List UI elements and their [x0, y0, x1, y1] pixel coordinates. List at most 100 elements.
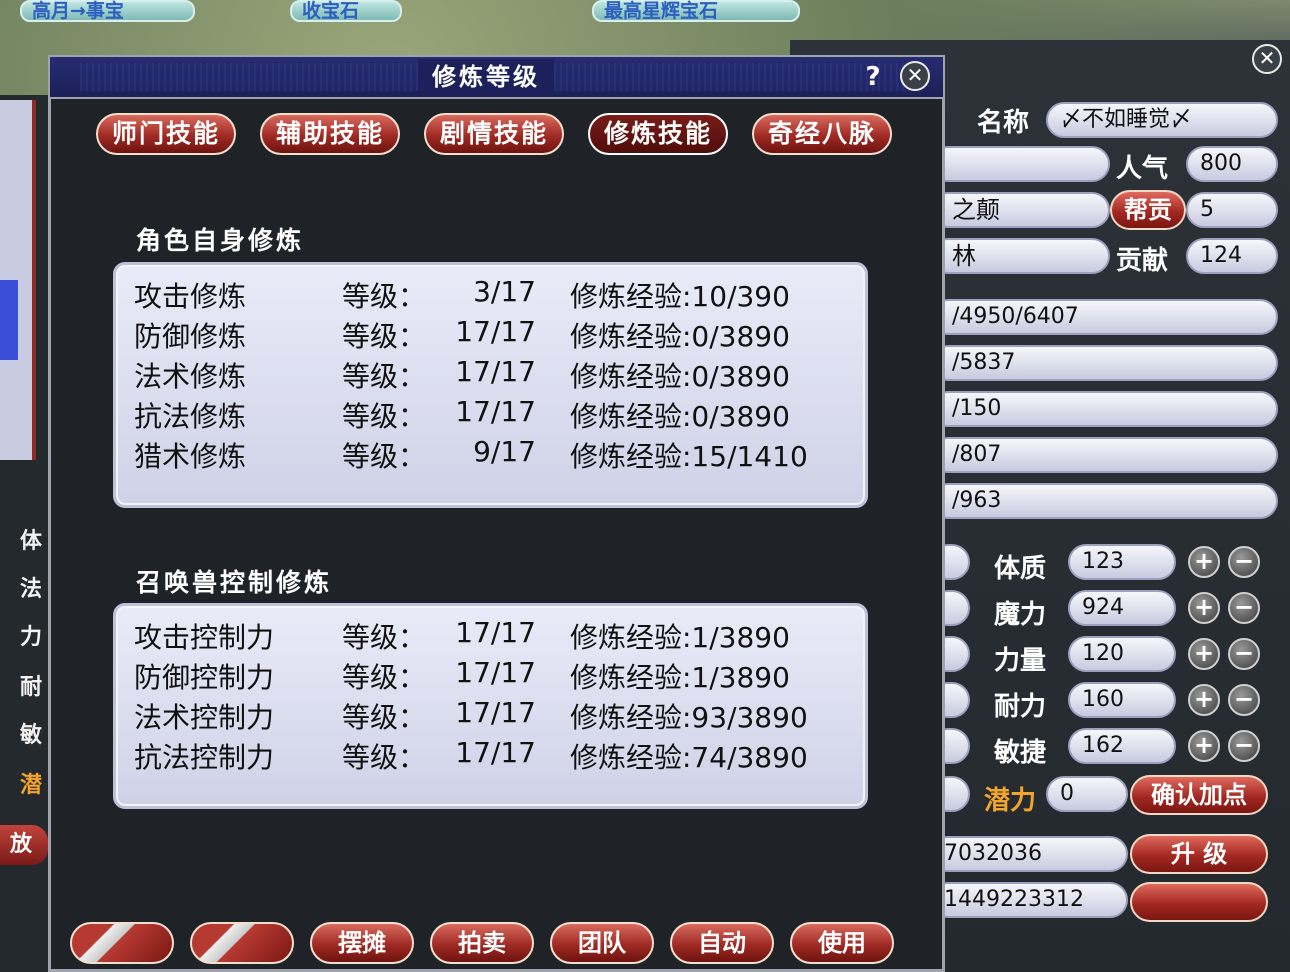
auto-button[interactable]: 自动	[670, 922, 774, 964]
name-field: 〆不如睡觉〆	[1046, 102, 1278, 138]
row-level: 9/17	[473, 435, 536, 468]
minus-icon[interactable]: −	[1228, 730, 1260, 762]
minus-icon[interactable]: −	[1228, 546, 1260, 578]
team-button[interactable]: 团队	[550, 922, 654, 964]
pet-cultivation-box: 攻击控制力 等级： 17/17 修炼经验:1/3890 防御控制力 等级： 17…	[113, 603, 868, 809]
attr-label-liliang: 力量	[994, 646, 1047, 676]
minus-icon[interactable]: −	[1228, 638, 1260, 670]
dialog-title-bar[interactable]: 修炼等级 ? ✕	[48, 55, 945, 99]
left-label-min: 敏	[20, 723, 43, 748]
row-name: 抗法控制力	[134, 741, 275, 774]
row-level: 17/17	[455, 355, 536, 388]
gem-label-3: 最高星辉宝石	[592, 0, 800, 22]
row-level-label: 等级：	[342, 320, 427, 353]
obscured-toolbar-button-1[interactable]	[70, 922, 174, 964]
popularity-label: 人气	[1116, 154, 1169, 184]
gem-label-1: 高月→事宝	[20, 0, 195, 22]
attr-close-button[interactable]: ✕	[1252, 44, 1282, 74]
row-level: 3/17	[473, 275, 536, 308]
attr-value-minjie: 162	[1068, 728, 1176, 764]
experience-field: 7032036	[930, 836, 1128, 872]
row-exp: 修炼经验:74/3890	[570, 741, 808, 774]
auction-button[interactable]: 拍卖	[430, 922, 534, 964]
role-cultivation-box: 攻击修炼 等级： 3/17 修炼经验:10/390 防御修炼 等级： 17/17…	[113, 262, 868, 508]
obscured-button[interactable]	[1130, 882, 1268, 922]
minus-icon[interactable]: −	[1228, 684, 1260, 716]
help-button[interactable]: ?	[858, 59, 888, 95]
plus-icon[interactable]: +	[1188, 684, 1220, 716]
row-exp: 修炼经验:15/1410	[570, 440, 808, 473]
left-label-fa: 法	[20, 577, 43, 602]
tab-meridians[interactable]: 奇经八脉	[752, 113, 892, 155]
row-level-label: 等级：	[342, 621, 427, 654]
row-exp: 修炼经验:0/3890	[570, 320, 790, 353]
dialog-title: 修炼等级	[418, 59, 554, 95]
contribution-field: 124	[1186, 238, 1278, 274]
popularity-field: 800	[1186, 146, 1278, 182]
row-exp: 修炼经验:93/3890	[570, 701, 808, 734]
attr-label-naili: 耐力	[994, 692, 1047, 722]
plus-icon[interactable]: +	[1188, 638, 1220, 670]
row-level: 17/17	[455, 315, 536, 348]
left-label-ti: 体	[20, 529, 43, 554]
use-button[interactable]: 使用	[790, 922, 894, 964]
attr-value-moli: 924	[1068, 590, 1176, 626]
gang-contrib-button[interactable]: 帮贡	[1110, 190, 1186, 230]
obscured-toolbar-button-2[interactable]	[190, 922, 294, 964]
tab-master-skills[interactable]: 师门技能	[96, 113, 236, 155]
row-exp: 修炼经验:1/3890	[570, 621, 790, 654]
row-level-label: 等级：	[342, 701, 427, 734]
attr-value-tizhi: 123	[1068, 544, 1176, 580]
pet-cultivation-title: 召唤兽控制修炼	[136, 568, 333, 597]
tab-cultivation-skills[interactable]: 修炼技能	[588, 113, 728, 155]
row-level: 17/17	[455, 696, 536, 729]
partial-field-b: 之颠	[930, 192, 1110, 228]
attr-value-liliang: 120	[1068, 636, 1176, 672]
potential-label: 潜力	[984, 786, 1037, 816]
row-name: 攻击控制力	[134, 621, 275, 654]
attr-label-minjie: 敏捷	[994, 738, 1047, 768]
left-label-qian: 潜	[20, 773, 43, 798]
attr-label-tizhi: 体质	[994, 554, 1047, 584]
money-field: 1449223312	[930, 882, 1128, 918]
close-button[interactable]: ✕	[900, 61, 930, 91]
row-level: 17/17	[455, 736, 536, 769]
left-character-strip: 体 法 力 耐 敏 潜 放	[0, 95, 50, 972]
stat-bar-mp: /5837	[930, 345, 1278, 381]
row-name: 法术控制力	[134, 701, 275, 734]
partial-field-c: 林	[930, 238, 1110, 274]
left-blue-marker	[0, 280, 18, 360]
confirm-points-button[interactable]: 确认加点	[1130, 775, 1268, 815]
row-name: 抗法修炼	[134, 400, 247, 433]
potential-field: 0	[1046, 776, 1128, 812]
role-cultivation-title: 角色自身修炼	[136, 226, 305, 255]
row-level-label: 等级：	[342, 440, 427, 473]
minus-icon[interactable]: −	[1228, 592, 1260, 624]
gang-contrib-field: 5	[1186, 192, 1278, 228]
level-up-button[interactable]: 升 级	[1130, 834, 1268, 874]
stat-bar-hp: /4950/6407	[930, 299, 1278, 335]
partial-field-a	[930, 146, 1110, 182]
row-level: 17/17	[455, 656, 536, 689]
row-level-label: 等级：	[342, 280, 427, 313]
tab-story-skills[interactable]: 剧情技能	[424, 113, 564, 155]
plus-icon[interactable]: +	[1188, 592, 1220, 624]
gem-label-2: 收宝石	[290, 0, 402, 22]
stat-bar-energy: /963	[930, 483, 1278, 519]
row-name: 攻击修炼	[134, 280, 247, 313]
stall-button[interactable]: 摆摊	[310, 922, 414, 964]
plus-icon[interactable]: +	[1188, 730, 1220, 762]
stat-bar-anger: /150	[930, 391, 1278, 427]
row-level: 17/17	[455, 616, 536, 649]
attr-value-naili: 160	[1068, 682, 1176, 718]
plus-icon[interactable]: +	[1188, 546, 1220, 578]
left-label-li: 力	[20, 625, 43, 650]
row-level-label: 等级：	[342, 661, 427, 694]
tab-assist-skills[interactable]: 辅助技能	[260, 113, 400, 155]
row-level-label: 等级：	[342, 360, 427, 393]
row-name: 防御控制力	[134, 661, 275, 694]
row-exp: 修炼经验:0/3890	[570, 360, 790, 393]
left-fang-button[interactable]: 放	[0, 825, 48, 865]
row-exp: 修炼经验:0/3890	[570, 400, 790, 433]
attr-label-moli: 魔力	[994, 600, 1047, 630]
